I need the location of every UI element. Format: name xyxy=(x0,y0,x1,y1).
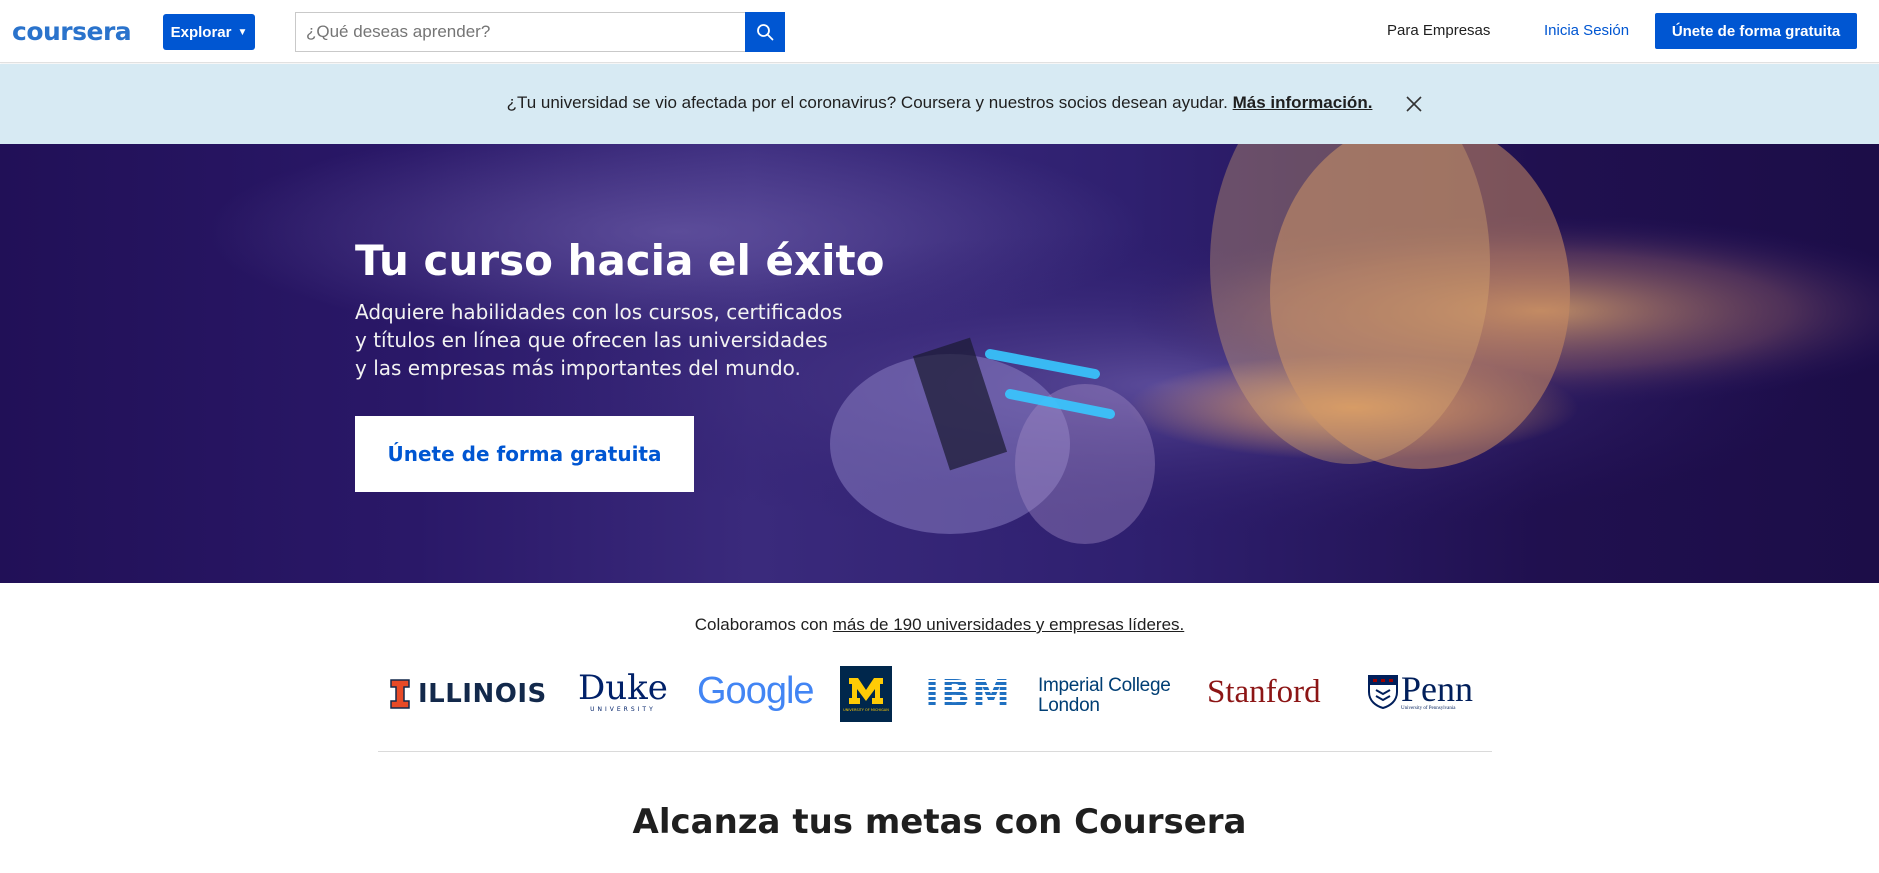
duke-subtext: UNIVERSITY xyxy=(590,706,656,713)
michigan-logo[interactable]: UNIVERSITY OF MICHIGAN xyxy=(840,666,892,722)
penn-logo[interactable]: Penn University of Pennsylvania xyxy=(1367,669,1473,711)
penn-subtext: University of Pennsylvania xyxy=(1401,706,1456,711)
hero-title: Tu curso hacia el éxito xyxy=(355,236,885,285)
search-icon xyxy=(757,24,774,41)
hero-image xyxy=(0,144,1879,583)
partners-intro-text: Colaboramos con xyxy=(694,615,828,634)
close-icon[interactable] xyxy=(1404,94,1424,114)
imperial-text-1: Imperial College xyxy=(1038,675,1171,696)
coursera-logo[interactable]: coursera xyxy=(12,17,132,46)
michigan-subtext: UNIVERSITY OF MICHIGAN xyxy=(843,708,889,712)
chevron-down-icon: ▼ xyxy=(237,26,248,38)
banner-more-info-link[interactable]: Más información. xyxy=(1233,93,1373,112)
search-button[interactable] xyxy=(745,12,785,52)
hero-join-button[interactable]: Únete de forma gratuita xyxy=(355,416,694,492)
imperial-logo[interactable]: Imperial College London xyxy=(1038,676,1171,716)
stanford-logo[interactable]: Stanford xyxy=(1207,674,1321,711)
covid-banner: ¿Tu universidad se vio afectada por el c… xyxy=(0,64,1879,144)
section-divider xyxy=(378,751,1492,752)
banner-message: ¿Tu universidad se vio afectada por el c… xyxy=(0,93,1879,113)
google-text: Google xyxy=(697,670,815,712)
explore-button[interactable]: Explorar ▼ xyxy=(163,14,255,50)
stanford-text: Stanford xyxy=(1207,674,1321,710)
top-navbar: coursera Explorar ▼ Para Empresas Inicia… xyxy=(0,0,1879,63)
imperial-text-2: London xyxy=(1038,695,1100,716)
join-free-button[interactable]: Únete de forma gratuita xyxy=(1655,13,1857,49)
google-logo[interactable]: Google xyxy=(697,670,815,713)
ibm-text: IBM xyxy=(925,672,1012,716)
illinois-logo[interactable]: ILLINOIS xyxy=(390,678,547,710)
michigan-block-m-icon xyxy=(849,678,883,704)
duke-logo[interactable]: Duke UNIVERSITY xyxy=(578,670,668,713)
partners-link[interactable]: más de 190 universidades y empresas líde… xyxy=(833,615,1185,634)
explore-label: Explorar xyxy=(170,23,232,41)
search-input[interactable] xyxy=(295,12,745,52)
hero-subtitle: Adquiere habilidades con los cursos, cer… xyxy=(355,300,843,380)
partner-logos: ILLINOIS Duke UNIVERSITY Google UNIVERSI… xyxy=(378,664,1493,724)
business-link[interactable]: Para Empresas xyxy=(1387,22,1490,39)
partners-intro: Colaboramos con más de 190 universidades… xyxy=(0,615,1879,635)
ibm-logo[interactable]: IBM xyxy=(925,672,1012,716)
section-title: Alcanza tus metas con Coursera xyxy=(632,802,1247,842)
illinois-text: ILLINOIS xyxy=(418,679,547,709)
banner-text: ¿Tu universidad se vio afectada por el c… xyxy=(506,93,1228,112)
penn-text: Penn xyxy=(1401,669,1473,709)
hero-section: Tu curso hacia el éxito Adquiere habilid… xyxy=(0,144,1879,583)
penn-shield-icon xyxy=(1368,674,1398,709)
illinois-block-i-icon xyxy=(390,679,410,709)
login-link[interactable]: Inicia Sesión xyxy=(1544,22,1629,39)
duke-text: Duke xyxy=(578,668,668,708)
